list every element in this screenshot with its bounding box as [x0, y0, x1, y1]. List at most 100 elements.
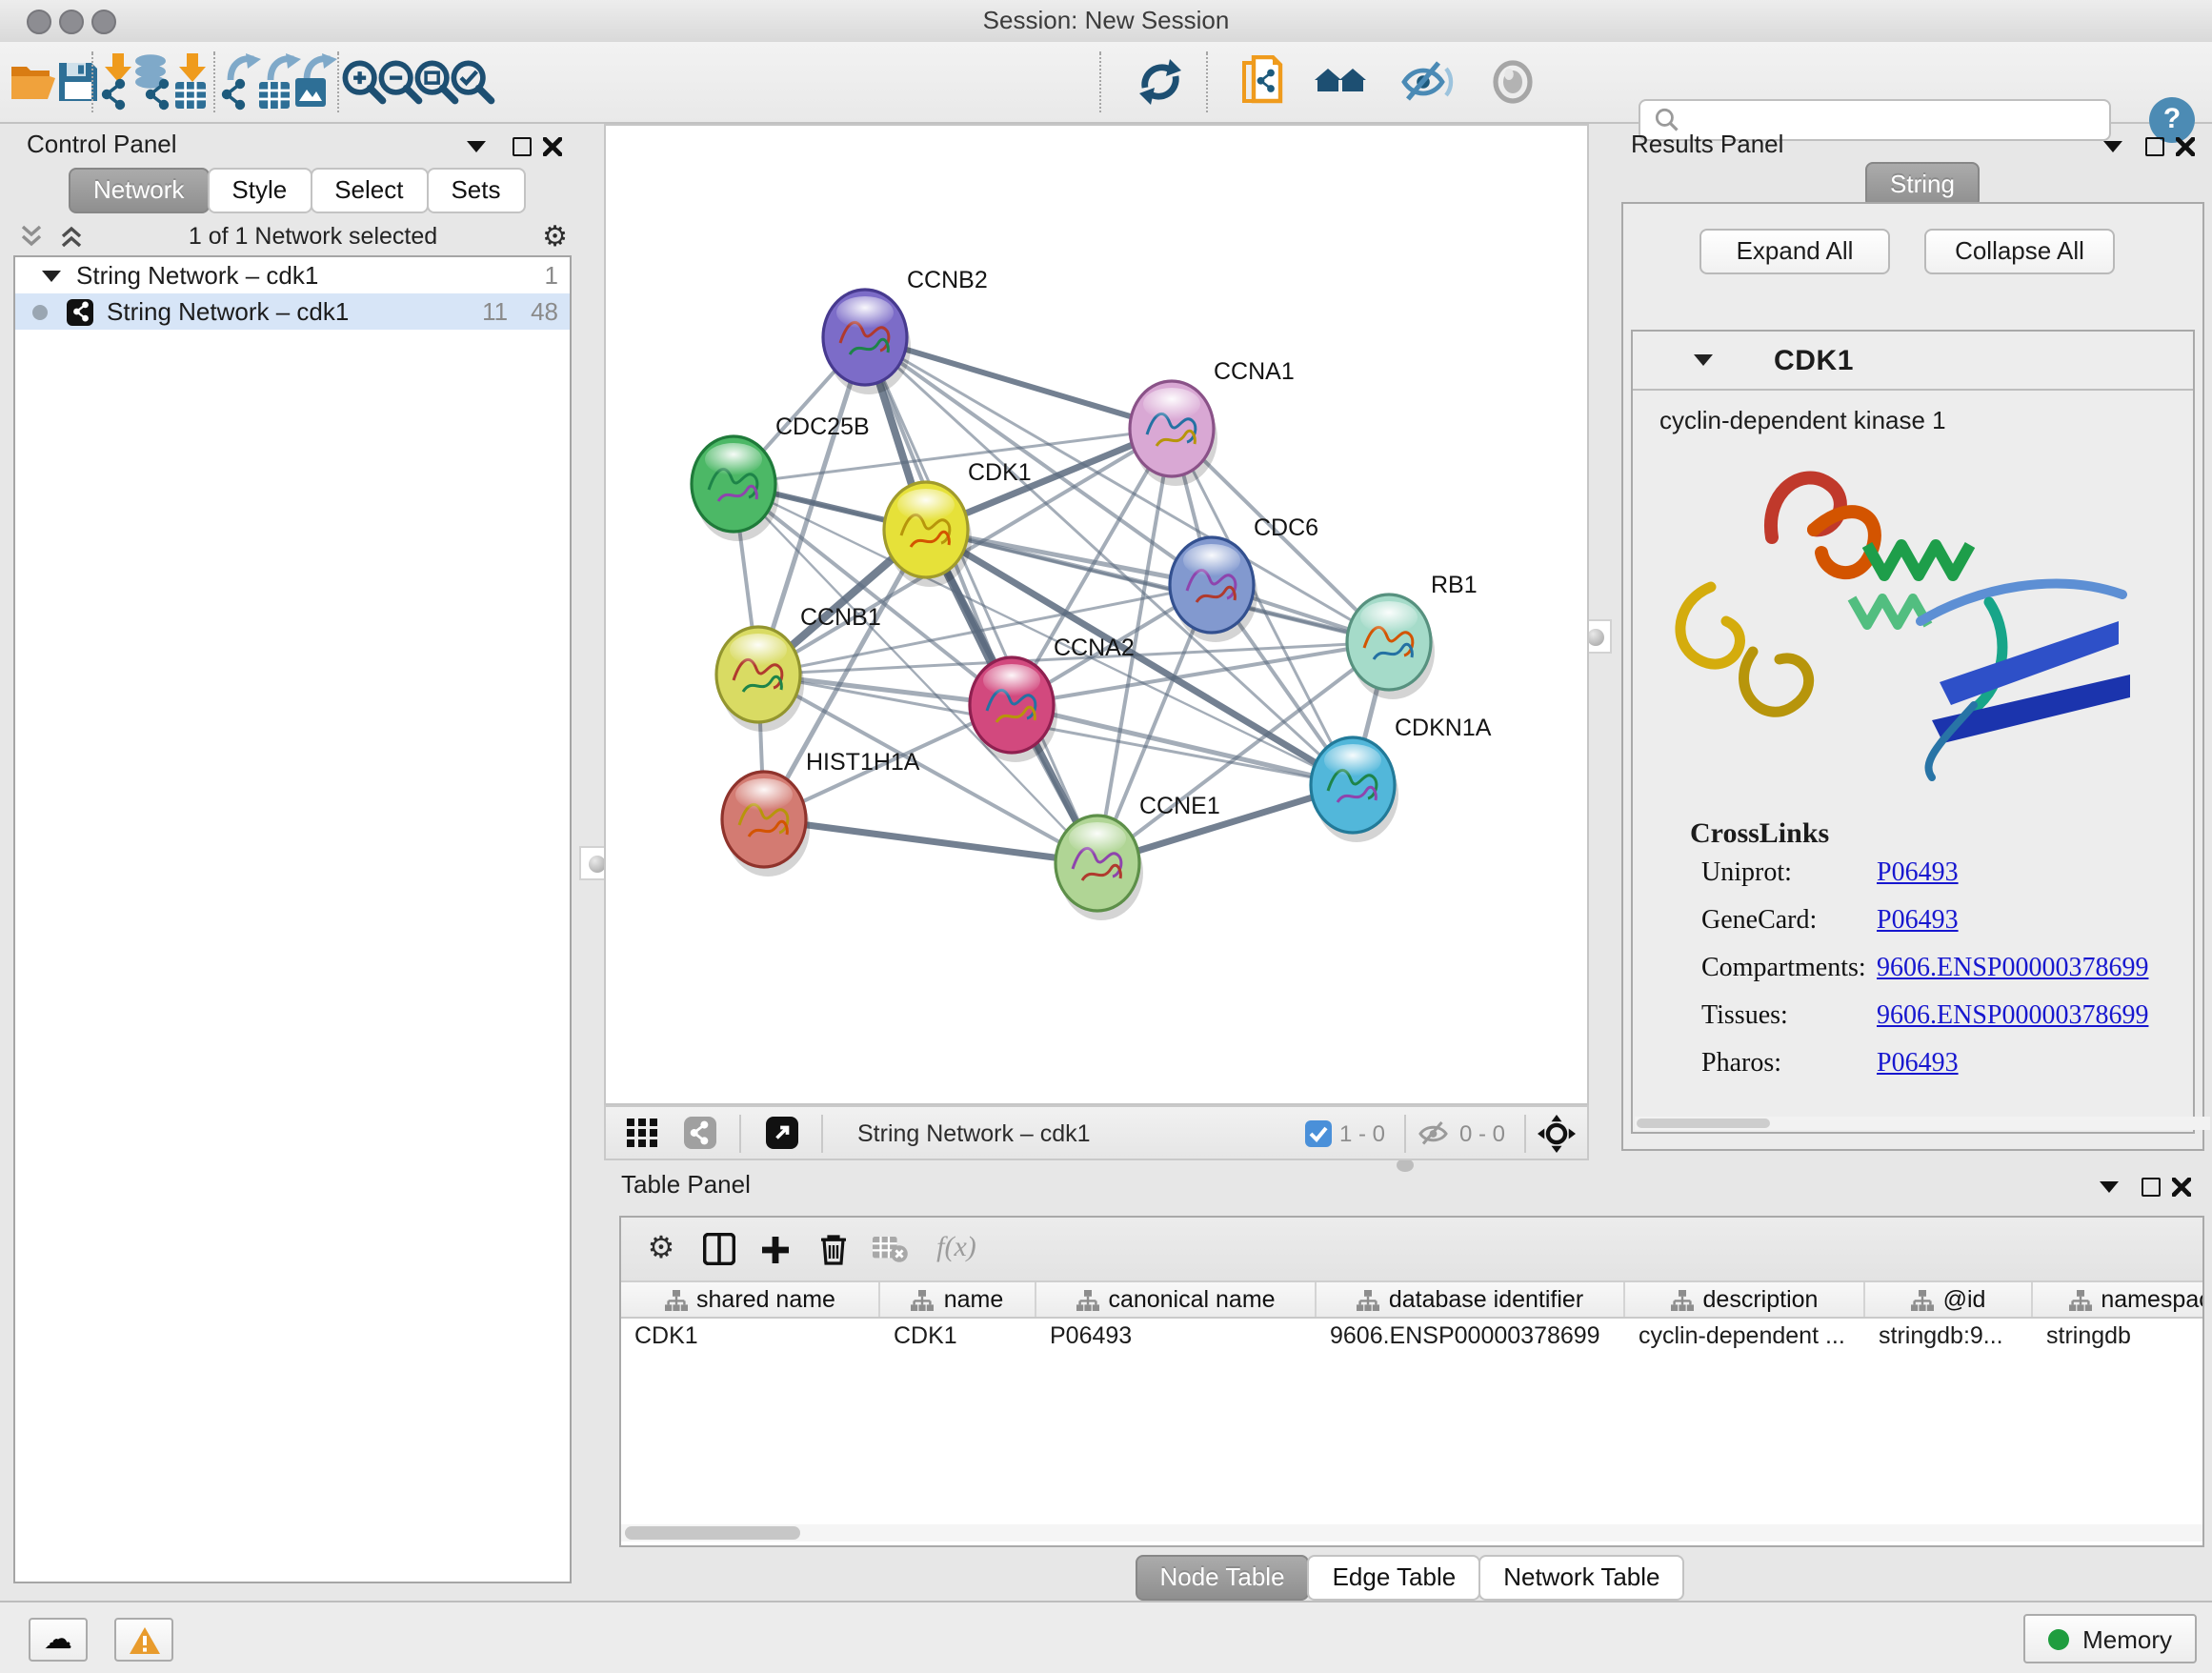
crosslink-link[interactable]: 9606.ENSP00000378699 [1877, 1002, 2148, 1033]
node-CCNA2[interactable] [970, 657, 1057, 762]
node-CDC6[interactable] [1170, 537, 1257, 642]
warnings-button[interactable] [114, 1618, 173, 1662]
column-header-name[interactable]: name [880, 1282, 1036, 1317]
protein-card-header[interactable]: CDK1 [1633, 332, 2193, 391]
control-panel-close-icon[interactable] [539, 133, 566, 160]
edge-HIST1H1A-CCNE1[interactable] [764, 819, 1097, 863]
crosslink-link[interactable]: P06493 [1877, 907, 1959, 937]
network-share-icon[interactable] [671, 1117, 728, 1149]
first-neighbors-icon[interactable] [1315, 53, 1372, 111]
cloud-button[interactable]: ☁ [29, 1618, 88, 1662]
node-label-CDK1: CDK1 [968, 459, 1032, 486]
table-horizontal-scrollbar[interactable] [621, 1524, 2202, 1542]
column-header-database-identifier[interactable]: database identifier [1317, 1282, 1625, 1317]
column-header-@id[interactable]: @id [1865, 1282, 2033, 1317]
expand-all-icon[interactable] [59, 225, 84, 248]
birds-eye-view-icon[interactable] [613, 1119, 671, 1147]
node-CDK1[interactable] [884, 482, 972, 587]
tree-expander-icon[interactable] [42, 270, 61, 281]
node-RB1[interactable] [1347, 595, 1435, 699]
table-toolbar: ⚙ f(x) [621, 1218, 2202, 1282]
results-panel-maximize-icon[interactable] [2142, 133, 2168, 160]
node-CCNA1[interactable] [1130, 381, 1217, 486]
table-columns-icon[interactable] [690, 1233, 747, 1265]
node-label-RB1: RB1 [1431, 572, 1478, 598]
node-label-HIST1H1A: HIST1H1A [806, 749, 920, 776]
tab-select[interactable]: Select [310, 168, 428, 213]
table-panel-float-icon[interactable] [2096, 1174, 2122, 1200]
network-graph[interactable]: CCNB2CCNA1CDC25BCDK1CDC6RB1CCNB1CCNA2CDK… [606, 126, 1587, 1103]
tab-edge-table[interactable]: Edge Table [1308, 1555, 1481, 1601]
column-header-namespace[interactable]: namespace [2033, 1282, 2204, 1317]
crosslink-label: Compartments: [1701, 955, 1877, 985]
table-delete-table-icon[interactable] [861, 1236, 918, 1262]
crosslink-label: Uniprot: [1701, 859, 1877, 890]
network-view-title: String Network – cdk1 [857, 1119, 1091, 1146]
zoom-selected-icon[interactable] [444, 53, 501, 111]
network-canvas[interactable]: CCNB2CCNA1CDC25BCDK1CDC6RB1CCNB1CCNA2CDK… [604, 124, 1589, 1105]
table-add-icon[interactable] [747, 1234, 804, 1264]
fit-content-icon[interactable] [1538, 1114, 1576, 1152]
node-HIST1H1A[interactable] [722, 772, 810, 877]
results-scrollbar[interactable] [1635, 1117, 2210, 1130]
column-header-canonical-name[interactable]: canonical name [1036, 1282, 1317, 1317]
column-header-description[interactable]: description [1625, 1282, 1865, 1317]
node-CDKN1A[interactable] [1311, 737, 1398, 842]
results-panel-close-icon[interactable] [2172, 133, 2199, 160]
edge-CCNB2-CCNE1[interactable] [865, 337, 1097, 863]
collapse-all-button[interactable]: Collapse All [1924, 229, 2115, 274]
memory-button[interactable]: Memory [2023, 1614, 2197, 1663]
collapse-all-icon[interactable] [19, 225, 44, 248]
table-cell: P06493 [1036, 1319, 1317, 1355]
selected-checkbox-icon[interactable] [1305, 1119, 1332, 1146]
protein-expander-icon[interactable] [1694, 354, 1713, 366]
expand-all-button[interactable]: Expand All [1699, 229, 1890, 274]
crosslink-label: GeneCard: [1701, 907, 1877, 937]
show-all-icon[interactable] [1484, 53, 1541, 111]
protein-structure-image [1654, 446, 2172, 800]
table-settings-gear-icon[interactable]: ⚙ [633, 1235, 690, 1263]
edge-CCNB2-CCNA1[interactable] [865, 337, 1172, 429]
network-node-count: 11 [482, 297, 508, 326]
control-panel-float-icon[interactable] [463, 133, 490, 160]
table-panel-close-icon[interactable] [2168, 1174, 2195, 1200]
node-label-CDC25B: CDC25B [775, 413, 870, 440]
results-tab-string[interactable]: String [1865, 162, 1978, 208]
tab-node-table[interactable]: Node Table [1135, 1555, 1309, 1601]
redraw-icon[interactable] [1132, 53, 1189, 111]
network-tree-root-row[interactable]: String Network – cdk1 1 [15, 257, 570, 293]
node-CCNB1[interactable] [716, 627, 804, 732]
node-CCNE1[interactable] [1056, 816, 1143, 920]
hidden-eye-icon[interactable] [1418, 1119, 1452, 1146]
table-delete-row-icon[interactable] [804, 1233, 861, 1265]
tab-sets[interactable]: Sets [426, 168, 525, 213]
table-body: CDK1CDK1P064939606.ENSP00000378699cyclin… [621, 1319, 2202, 1355]
open-in-window-icon[interactable] [753, 1117, 810, 1149]
node-CCNB2[interactable] [823, 290, 911, 394]
network-edge-count: 48 [531, 297, 558, 326]
crosslink-link[interactable]: 9606.ENSP00000378699 [1877, 955, 2148, 985]
table-panel-maximize-icon[interactable] [2138, 1174, 2164, 1200]
control-panel-title: Control Panel [27, 130, 177, 158]
network-tree-item-row[interactable]: String Network – cdk1 11 48 [15, 293, 570, 330]
network-options-gear-icon[interactable]: ⚙ [542, 222, 568, 251]
window-titlebar: Session: New Session [0, 0, 2212, 44]
hide-selected-icon[interactable] [1398, 53, 1456, 111]
column-header-shared-name[interactable]: shared name [621, 1282, 880, 1317]
node-CDC25B[interactable] [692, 436, 779, 541]
table-row[interactable]: CDK1CDK1P064939606.ENSP00000378699cyclin… [621, 1319, 2202, 1355]
export-image-icon[interactable] [286, 53, 343, 111]
tab-network-table[interactable]: Network Table [1478, 1555, 1684, 1601]
crosslink-link[interactable]: P06493 [1877, 1050, 1959, 1080]
tab-network[interactable]: Network [69, 168, 209, 213]
clone-network-icon[interactable] [1235, 53, 1292, 111]
horizontal-splitter-handle[interactable] [1397, 1159, 1414, 1172]
crosslink-link[interactable]: P06493 [1877, 859, 1959, 890]
tab-style[interactable]: Style [207, 168, 312, 213]
edge-CCNA2-CDKN1A[interactable] [1012, 705, 1353, 785]
control-panel-maximize-icon[interactable] [509, 133, 535, 160]
control-panel-tabs: NetworkStyleSelectSets [69, 168, 524, 213]
results-panel-float-icon[interactable] [2100, 133, 2126, 160]
function-builder-icon[interactable]: f(x) [918, 1233, 995, 1265]
node-table: ⚙ f(x) shared namenamecanonical namedata… [619, 1216, 2204, 1547]
